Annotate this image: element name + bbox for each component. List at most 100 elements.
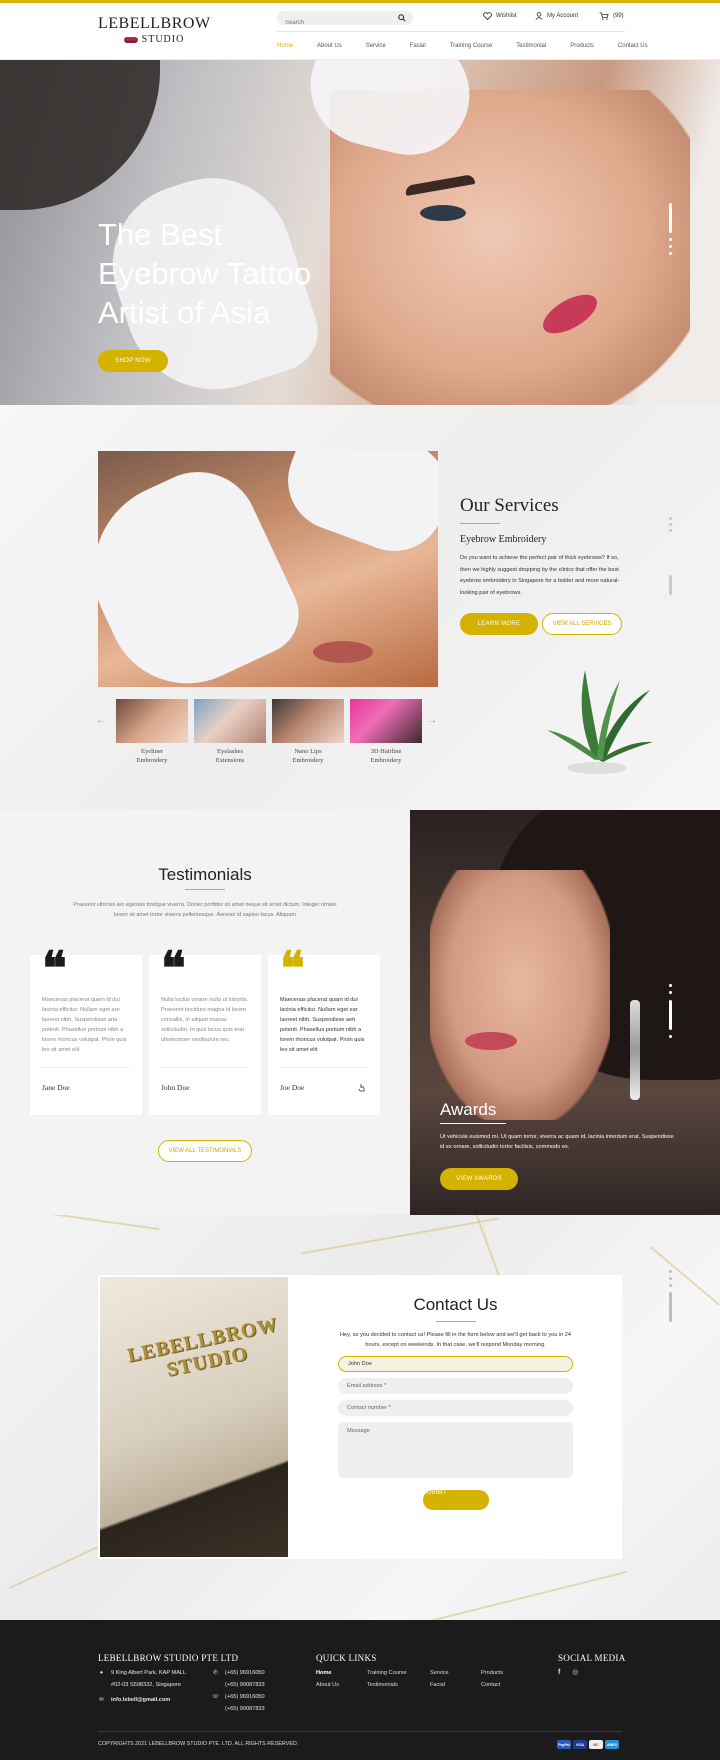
quick-links-col1: Home About Us xyxy=(316,1667,339,1691)
glove-shape-2 xyxy=(274,451,438,566)
shop-now-button[interactable]: SHOP NOW xyxy=(98,350,168,372)
cursor-hand-icon xyxy=(358,1084,365,1092)
submit-button[interactable]: SUBMIT xyxy=(422,1490,489,1510)
paypal-icon: PayPal xyxy=(557,1740,571,1749)
contact-section: LEBELLBROW STUDIO Contact Us Hey, so you… xyxy=(0,1215,720,1620)
phone-number[interactable]: (+65) 90087833 xyxy=(212,1679,265,1691)
phone-icon: ✆ xyxy=(213,1670,218,1676)
phone-number[interactable]: (+65) 90087833 xyxy=(212,1703,265,1715)
testimonial-text: Maecenas placerat quam id dui lacinia ef… xyxy=(42,997,127,1053)
footer-link-products[interactable]: Products xyxy=(481,1667,503,1679)
hero-dot-2[interactable] xyxy=(669,245,672,248)
site-logo[interactable]: LEBELLBROW STUDIO xyxy=(98,15,210,45)
thumb-eyeliner[interactable]: Eyeliner Embroidery xyxy=(116,699,188,765)
awards-dot[interactable] xyxy=(669,1035,672,1038)
footer-link-about[interactable]: About Us xyxy=(316,1679,339,1691)
copyright-text: COPYRIGHTS 2021 LEBELLBROW STUDIO PTE. L… xyxy=(98,1741,299,1747)
services-info: Our Services Eyebrow Embroidery Do you w… xyxy=(460,495,630,635)
awards-dot[interactable] xyxy=(669,984,672,987)
testimonial-name: John Doe xyxy=(161,1083,190,1092)
quick-links-title: QUICK LINKS xyxy=(316,1653,377,1663)
awards-title: Awards xyxy=(440,1100,497,1119)
next-arrow-icon[interactable]: → xyxy=(427,715,437,726)
nav-contact-us[interactable]: Contact Us xyxy=(618,43,648,49)
hero-title: The Best Eyebrow Tattoo Artist of Asia xyxy=(98,215,378,332)
testimonials-title: Testimonials xyxy=(158,865,252,884)
services-dot[interactable] xyxy=(669,523,672,526)
footer-link-training[interactable]: Training Course xyxy=(367,1667,407,1679)
awards-body: Ut vehicula euismod mi. Ut quam tortor, … xyxy=(440,1134,674,1150)
phone-field[interactable]: Contact number * xyxy=(338,1400,573,1416)
contact-scroll-indicator[interactable] xyxy=(669,1292,672,1322)
thumb-eyelashes[interactable]: Eyelashes Extensions xyxy=(194,699,266,765)
learn-more-button[interactable]: LEARN MORE xyxy=(460,613,538,635)
services-scroll-indicator[interactable] xyxy=(669,575,672,595)
awards-dot[interactable] xyxy=(669,991,672,994)
glove-shape xyxy=(98,452,312,687)
view-all-testimonials-button[interactable]: VIEW ALL TESTIMONIALS xyxy=(158,1140,252,1162)
marble-vein xyxy=(301,1217,499,1255)
marble-vein xyxy=(649,1246,720,1306)
message-field[interactable]: Message xyxy=(338,1422,573,1478)
my-account-link[interactable]: My Account xyxy=(535,12,578,20)
footer-link-contact[interactable]: Contact xyxy=(481,1679,503,1691)
thumb-label: 3D Hairline xyxy=(370,748,402,755)
instagram-icon[interactable]: ◎ xyxy=(572,1669,578,1676)
card-divider xyxy=(42,1067,130,1068)
nav-products[interactable]: Products xyxy=(570,43,594,49)
studio-image: LEBELLBROW STUDIO xyxy=(100,1277,288,1557)
phone-number[interactable]: (+65) 96916050 xyxy=(225,1694,265,1700)
footer-link-facial[interactable]: Facial xyxy=(430,1679,449,1691)
contact-dot[interactable] xyxy=(669,1277,672,1280)
nav-testimonial[interactable]: Testimonial xyxy=(516,43,546,49)
nav-training-course[interactable]: Training Course xyxy=(450,43,492,49)
footer-link-testimonials[interactable]: Testimonials xyxy=(367,1679,407,1691)
footer-link-home[interactable]: Home xyxy=(316,1670,332,1676)
awards-scroll-indicator[interactable] xyxy=(669,1000,672,1030)
wishlist-link[interactable]: Wishlist xyxy=(483,12,517,20)
facebook-icon[interactable]: f xyxy=(558,1669,560,1676)
contact-title: Contact Us xyxy=(413,1295,498,1314)
amex-icon: AMEX xyxy=(605,1740,619,1749)
nav-about-us[interactable]: About Us xyxy=(317,43,342,49)
services-dot[interactable] xyxy=(669,517,672,520)
footer-link-service[interactable]: Service xyxy=(430,1667,449,1679)
name-field[interactable]: John Doe xyxy=(338,1356,573,1372)
search-icon[interactable] xyxy=(398,14,406,22)
whatsapp-icon: ☏ xyxy=(212,1694,219,1700)
testimonial-text: Maecenas placerat quam id dui lacinia ef… xyxy=(280,997,365,1053)
view-all-services-button[interactable]: VIEW ALL SERVICES xyxy=(542,613,622,635)
nav-facial[interactable]: Facial xyxy=(410,43,426,49)
footer-divider xyxy=(98,1731,622,1732)
testimonial-name: Jane Doe xyxy=(42,1083,70,1092)
testimonial-text: Nulla luctus ornare nulla ut lobortis. P… xyxy=(161,997,249,1043)
footer-company: LEBELLBROW STUDIO PTE LTD xyxy=(98,1653,239,1663)
thumb-image xyxy=(272,699,344,743)
thumb-3d-hairline[interactable]: 3D Hairline Embroidery xyxy=(350,699,422,765)
hero-scroll-indicator[interactable] xyxy=(669,203,672,233)
services-dot[interactable] xyxy=(669,529,672,532)
thumb-label: Extensions xyxy=(215,757,245,764)
nav-divider xyxy=(277,31,625,32)
thumb-nano-lips[interactable]: Nano Lips Embroidery xyxy=(272,699,344,765)
hero-dot-3[interactable] xyxy=(669,252,672,255)
quote-icon: ❝ xyxy=(280,941,305,995)
title-underline xyxy=(185,889,225,890)
thumb-image xyxy=(194,699,266,743)
contact-dot[interactable] xyxy=(669,1270,672,1273)
cart-link[interactable]: (99) xyxy=(599,12,624,20)
user-icon xyxy=(535,12,543,20)
nav-home[interactable]: Home xyxy=(277,43,293,49)
view-awards-button[interactable]: VIEW AWARDS xyxy=(440,1168,518,1190)
footer-phones: ✆ (+65) 96916050 (+65) 90087833 ☏ (+65) 96… xyxy=(212,1667,265,1715)
nav-service[interactable]: Service xyxy=(366,43,386,49)
footer-email[interactable]: info.lebell@gmail.com xyxy=(111,1697,170,1703)
quote-icon: ❝ xyxy=(161,941,186,995)
contact-dot[interactable] xyxy=(669,1284,672,1287)
thumb-label: Eyeliner xyxy=(140,748,164,755)
email-field[interactable]: Email address * xyxy=(338,1378,573,1394)
testimonials-section: Testimonials Praesent ultricies leo eges… xyxy=(0,810,410,1215)
search-input[interactable] xyxy=(277,16,387,30)
phone-number[interactable]: (+65) 96916050 xyxy=(225,1670,265,1676)
hero-dot-1[interactable] xyxy=(669,238,672,241)
